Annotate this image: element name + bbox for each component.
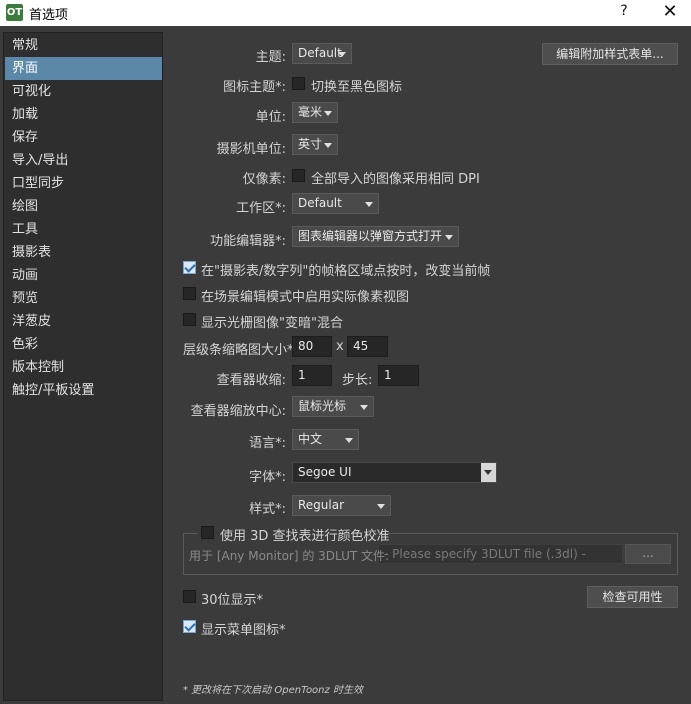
sidebar-item-lip-sync[interactable]: 口型同步 (5, 172, 162, 195)
unit-label: 单位: (255, 110, 286, 125)
lut-checkbox[interactable] (201, 526, 214, 539)
step-field[interactable]: 1 (378, 365, 419, 386)
opentoonz-app-icon: OT (6, 4, 23, 21)
sidebar-item-animation[interactable]: 动画 (5, 264, 162, 287)
font-combo[interactable]: Segoe UI (292, 462, 497, 483)
font-label: 字体*: (249, 470, 286, 485)
camera-unit-value: 英寸 (298, 137, 323, 151)
raster-darken-label: 显示光栅图像"变暗"混合 (201, 316, 343, 331)
lut-check-label: 使用 3D 查找表进行颜色校准 (220, 529, 390, 544)
workspace-label: 工作区*: (236, 201, 286, 216)
unit-combo[interactable]: 毫米 (292, 102, 338, 123)
sidebar-item-onion-skin[interactable]: 洋葱皮 (5, 310, 162, 333)
sidebar-item-import-export[interactable]: 导入/导出 (5, 149, 162, 172)
edit-stylesheet-button[interactable]: 编辑附加样式表单... (542, 43, 678, 65)
function-editor-label: 功能编辑器*: (210, 234, 286, 249)
lut-file-field[interactable]: - Please specify 3DLUT file (.3dl) - (378, 544, 623, 564)
restart-footnote: * 更改将在下次启动 OpenToonz 时生效 (183, 685, 363, 696)
chevron-down-icon (324, 143, 332, 148)
sidebar-item-version-control[interactable]: 版本控制 (5, 356, 162, 379)
sidebar-item-preview[interactable]: 预览 (5, 287, 162, 310)
unit-value: 毫米 (298, 105, 323, 119)
chevron-down-icon (360, 405, 368, 410)
actual-pixel-label: 在场景编辑模式中启用实际像素视图 (201, 290, 410, 305)
sidebar-item-visualization[interactable]: 可视化 (5, 80, 162, 103)
sidebar-item-tools[interactable]: 工具 (5, 218, 162, 241)
step-label: 步长: (342, 373, 373, 388)
xsheet-click-checkbox[interactable] (183, 261, 196, 274)
sidebar-item-colors[interactable]: 色彩 (5, 333, 162, 356)
sidebar-item-touch-tablet[interactable]: 触控/平板设置 (5, 379, 162, 402)
lut-browse-button[interactable]: ... (625, 544, 671, 564)
language-label: 语言*: (249, 436, 286, 451)
pixel-only-checkbox[interactable] (292, 169, 305, 182)
level-strip-x-label: x (336, 339, 344, 354)
chevron-down-icon (365, 202, 373, 207)
pixel-only-label: 仅像素: (242, 172, 286, 187)
chevron-down-icon (345, 438, 353, 443)
actual-pixel-checkbox[interactable] (183, 287, 196, 300)
chevron-down-icon (324, 111, 332, 116)
viewer-shrink-label: 查看器收缩: (216, 373, 286, 388)
camera-unit-label: 摄影机单位: (216, 142, 286, 157)
camera-unit-combo[interactable]: 英寸 (292, 134, 338, 155)
icon-theme-check-label: 切换至黑色图标 (311, 80, 403, 95)
level-strip-width-field[interactable]: 80 (292, 336, 332, 357)
level-strip-label: 层级条缩略图大小*: (183, 343, 298, 358)
language-combo[interactable]: 中文 (292, 429, 359, 450)
chevron-down-icon (445, 235, 453, 240)
sidebar-item-interface[interactable]: 界面 (5, 57, 162, 80)
icon-theme-label: 图标主题*: (223, 80, 286, 95)
function-editor-combo[interactable]: 图表编辑器以弹窗方式打开 (292, 226, 459, 247)
check-availability-button[interactable]: 检查可用性 (587, 586, 678, 608)
style-value: Regular (298, 498, 345, 512)
raster-darken-checkbox[interactable] (183, 313, 196, 326)
sidebar-item-saving[interactable]: 保存 (5, 126, 162, 149)
theme-combo[interactable]: Default (292, 43, 352, 64)
sidebar-item-drawing[interactable]: 绘图 (5, 195, 162, 218)
bit30-checkbox[interactable] (183, 590, 196, 603)
lut-file-label: 用于 [Any Monitor] 的 3DLUT 文件: (189, 549, 390, 563)
preferences-dialog: 常规 界面 可视化 加载 保存 导入/导出 口型同步 绘图 工具 摄影表 动画 … (0, 26, 691, 704)
icon-theme-checkbox[interactable] (292, 77, 305, 90)
bit30-label: 30位显示* (201, 593, 264, 608)
menu-icons-label: 显示菜单图标* (201, 623, 286, 638)
title-bar: OT 首选项 ? ✕ (0, 0, 691, 26)
workspace-combo[interactable]: Default (292, 193, 379, 214)
language-value: 中文 (298, 432, 323, 446)
chevron-down-icon (338, 52, 346, 57)
close-button[interactable]: ✕ (658, 1, 682, 22)
style-label: 样式*: (249, 502, 286, 517)
xsheet-click-label: 在"摄影表/数字列"的帧格区域点按时，改变当前帧 (201, 264, 491, 279)
chevron-down-icon (481, 463, 496, 482)
level-strip-height-field[interactable]: 45 (347, 336, 388, 357)
pixel-only-check-label: 全部导入的图像采用相同 DPI (311, 172, 480, 187)
sidebar-item-xsheet[interactable]: 摄影表 (5, 241, 162, 264)
category-list: 常规 界面 可视化 加载 保存 导入/导出 口型同步 绘图 工具 摄影表 动画 … (3, 32, 163, 701)
workspace-value: Default (298, 196, 342, 210)
sidebar-item-loading[interactable]: 加载 (5, 103, 162, 126)
theme-value: Default (298, 46, 342, 60)
menu-icons-checkbox[interactable] (183, 620, 196, 633)
font-value: Segoe UI (298, 465, 352, 479)
function-editor-value: 图表编辑器以弹窗方式打开 (298, 229, 443, 243)
viewer-shrink-field[interactable]: 1 (292, 365, 332, 386)
sidebar-item-general[interactable]: 常规 (5, 34, 162, 57)
viewer-zoom-center-value: 鼠标光标 (298, 399, 347, 413)
style-combo[interactable]: Regular (292, 495, 391, 516)
chevron-down-icon (377, 504, 385, 509)
window-title: 首选项 (29, 8, 69, 23)
help-button[interactable]: ? (614, 3, 634, 19)
viewer-zoom-center-label: 查看器缩放中心: (190, 404, 286, 419)
viewer-zoom-center-combo[interactable]: 鼠标光标 (292, 396, 374, 417)
theme-label: 主题: (255, 50, 286, 65)
